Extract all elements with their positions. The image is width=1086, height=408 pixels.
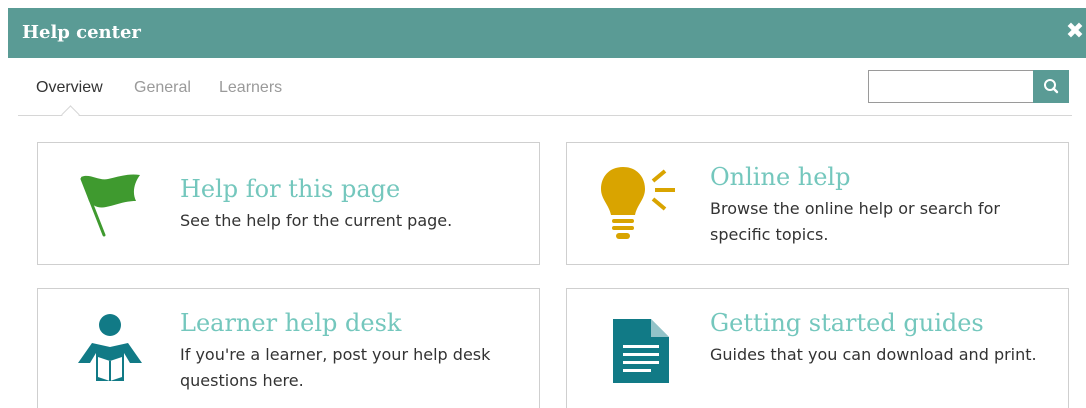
card-title: Getting started guides bbox=[710, 309, 984, 337]
tab-overview[interactable]: Overview bbox=[36, 79, 103, 97]
document-icon bbox=[613, 319, 669, 383]
reader-icon bbox=[78, 314, 142, 381]
search-box bbox=[868, 70, 1069, 103]
card-description: Browse the online help or search for spe… bbox=[710, 199, 1000, 244]
card-getting-started-guides[interactable]: Getting started guides Guides that you c… bbox=[566, 288, 1069, 408]
help-center-header: Help center ✖ bbox=[8, 8, 1086, 58]
window-title: Help center bbox=[22, 22, 141, 43]
card-title: Learner help desk bbox=[180, 309, 402, 337]
flag-icon bbox=[80, 174, 140, 237]
tab-learners[interactable]: Learners bbox=[219, 79, 282, 97]
lightbulb-icon bbox=[601, 167, 675, 239]
close-icon[interactable]: ✖ bbox=[1064, 20, 1086, 44]
card-description: See the help for the current page. bbox=[180, 211, 453, 230]
search-icon bbox=[1044, 79, 1059, 94]
card-title: Help for this page bbox=[180, 175, 401, 203]
card-description: Guides that you can download and print. bbox=[710, 345, 1037, 364]
tab-general[interactable]: General bbox=[134, 79, 191, 97]
card-description: If you're a learner, post your help desk… bbox=[180, 345, 491, 390]
search-input[interactable] bbox=[869, 71, 1033, 102]
card-help-for-this-page[interactable]: Help for this page See the help for the … bbox=[37, 142, 540, 265]
card-learner-help-desk[interactable]: Learner help desk If you're a learner, p… bbox=[37, 288, 540, 408]
search-button[interactable] bbox=[1033, 70, 1069, 103]
card-title: Online help bbox=[710, 163, 851, 191]
card-online-help[interactable]: Online help Browse the online help or se… bbox=[566, 142, 1069, 265]
active-tab-pointer bbox=[61, 105, 80, 124]
